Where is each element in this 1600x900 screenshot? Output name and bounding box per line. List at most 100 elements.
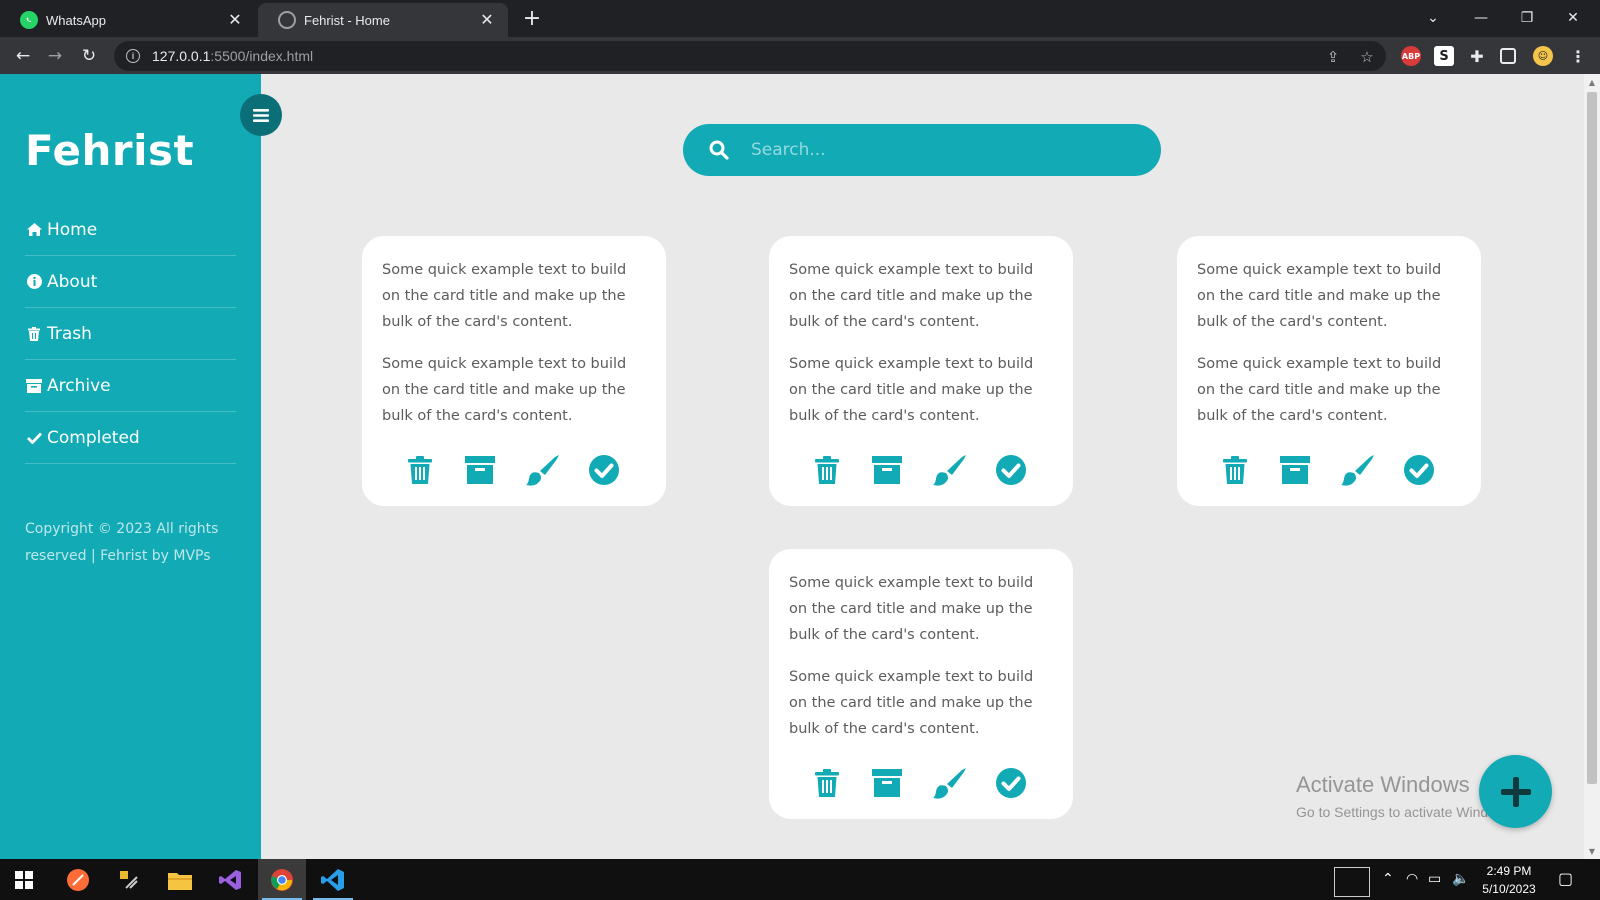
globe-icon xyxy=(278,11,296,29)
menu-toggle-button[interactable] xyxy=(240,94,282,136)
sidebar-item-label: Archive xyxy=(47,375,111,396)
sidebar-item-home[interactable]: Home xyxy=(25,204,236,256)
card-actions xyxy=(769,765,1073,801)
visual-studio-icon[interactable] xyxy=(207,859,255,900)
close-icon[interactable]: ✕ xyxy=(476,9,498,31)
info-icon[interactable]: i xyxy=(126,49,140,63)
more-menu-icon[interactable]: ⋮ xyxy=(1568,46,1588,66)
card-text: Some quick example text to build on the … xyxy=(1197,356,1442,424)
search-input[interactable] xyxy=(751,140,1111,160)
check-circle-icon xyxy=(589,455,619,485)
check-icon xyxy=(25,432,43,444)
page-viewport: Fehrist Home About Trash Archive Complet… xyxy=(0,74,1600,859)
windows-start-icon[interactable] xyxy=(0,859,48,900)
delete-note-button[interactable] xyxy=(1217,452,1253,488)
battery-widget-icon[interactable] xyxy=(1334,867,1370,897)
add-note-button[interactable] xyxy=(1479,755,1552,828)
volume-icon[interactable]: 🔈 xyxy=(1452,871,1469,887)
share-icon[interactable]: ⇪ xyxy=(1324,48,1342,66)
note-card: Some quick example text to build on the … xyxy=(769,236,1073,506)
sidebar-item-trash[interactable]: Trash xyxy=(25,308,236,360)
archive-icon xyxy=(872,456,902,484)
chevron-up-icon[interactable]: ⌃ xyxy=(1382,871,1394,887)
card-actions xyxy=(1177,452,1481,488)
new-tab-button[interactable]: + xyxy=(520,7,544,31)
extensions-puzzle-icon[interactable]: ✚ xyxy=(1467,46,1487,66)
complete-note-button[interactable] xyxy=(993,765,1029,801)
color-note-button[interactable] xyxy=(525,452,561,488)
check-circle-icon xyxy=(1404,455,1434,485)
delete-note-button[interactable] xyxy=(809,765,845,801)
address-bar[interactable]: i 127.0.0.1:5500/index.html ⇪ ☆ xyxy=(114,41,1386,71)
archive-note-button[interactable] xyxy=(1277,452,1313,488)
tab-whatsapp[interactable]: WhatsApp ✕ xyxy=(0,3,256,37)
complete-note-button[interactable] xyxy=(586,452,622,488)
color-note-button[interactable] xyxy=(932,765,968,801)
tools-icon[interactable] xyxy=(105,859,153,900)
sidebar-item-completed[interactable]: Completed xyxy=(25,412,236,464)
minimize-button[interactable]: — xyxy=(1458,4,1504,32)
archive-note-button[interactable] xyxy=(869,452,905,488)
system-clock[interactable]: 2:49 PM 5/10/2023 xyxy=(1470,862,1548,898)
scroll-up-icon[interactable]: ▲ xyxy=(1584,74,1600,90)
file-explorer-icon[interactable] xyxy=(156,859,204,900)
trash-icon xyxy=(408,456,432,484)
info-icon xyxy=(25,274,43,289)
card-text: Some quick example text to build on the … xyxy=(382,262,627,330)
restore-button[interactable]: ❐ xyxy=(1504,4,1550,32)
tab-title: Fehrist - Home xyxy=(304,12,390,28)
card-text: Some quick example text to build on the … xyxy=(789,356,1034,424)
card-text: Some quick example text to build on the … xyxy=(789,669,1034,737)
delete-note-button[interactable] xyxy=(402,452,438,488)
archive-note-button[interactable] xyxy=(462,452,498,488)
copyright-text: Copyright © 2023 All rights reserved | F… xyxy=(25,521,219,564)
paint-brush-icon xyxy=(933,768,966,799)
profile-avatar-icon[interactable]: ☺ xyxy=(1533,46,1553,66)
archive-note-button[interactable] xyxy=(869,765,905,801)
archive-icon xyxy=(872,769,902,797)
sidebar-item-label: Home xyxy=(47,219,98,240)
forward-icon[interactable]: → xyxy=(42,43,68,69)
chrome-icon[interactable] xyxy=(258,859,306,900)
color-note-button[interactable] xyxy=(932,452,968,488)
paint-brush-icon xyxy=(526,455,559,486)
bookmark-star-icon[interactable]: ☆ xyxy=(1358,48,1376,66)
reload-icon[interactable]: ↻ xyxy=(76,43,102,69)
notifications-icon[interactable]: ▢ xyxy=(1558,869,1573,888)
note-card: Some quick example text to build on the … xyxy=(769,549,1073,819)
sidebar-nav: Home About Trash Archive Completed xyxy=(25,204,236,464)
sidebar-item-label: Trash xyxy=(47,323,92,344)
color-note-button[interactable] xyxy=(1340,452,1376,488)
complete-note-button[interactable] xyxy=(993,452,1029,488)
sidebar-item-about[interactable]: About xyxy=(25,256,236,308)
archive-icon xyxy=(465,456,495,484)
clock-time: 2:49 PM xyxy=(1486,864,1532,878)
page-scrollbar[interactable]: ▲ ▼ xyxy=(1584,74,1600,859)
card-text: Some quick example text to build on the … xyxy=(789,262,1034,330)
tab-search-icon[interactable]: ⌄ xyxy=(1410,4,1456,32)
side-panel-icon[interactable] xyxy=(1500,48,1516,64)
sidebar-item-label: About xyxy=(47,271,98,292)
search-bar xyxy=(683,124,1161,176)
note-card: Some quick example text to build on the … xyxy=(1177,236,1481,506)
battery-icon[interactable]: ▭ xyxy=(1428,871,1441,887)
back-icon[interactable]: ← xyxy=(10,43,36,69)
hamburger-icon xyxy=(253,108,269,122)
delete-note-button[interactable] xyxy=(809,452,845,488)
scroll-thumb[interactable] xyxy=(1587,92,1597,784)
postman-icon[interactable] xyxy=(54,859,102,900)
wifi-icon[interactable]: ◠ xyxy=(1406,871,1418,887)
adblock-icon[interactable]: ABP xyxy=(1401,46,1421,66)
card-text: Some quick example text to build on the … xyxy=(789,575,1034,643)
trash-icon xyxy=(815,769,839,797)
tab-fehrist-home[interactable]: Fehrist - Home ✕ xyxy=(258,3,508,37)
windows-taskbar: ⌃ ◠ ▭ 🔈 2:49 PM 5/10/2023 ▢ xyxy=(0,859,1600,900)
close-window-button[interactable]: ✕ xyxy=(1550,4,1596,32)
vscode-icon[interactable] xyxy=(309,859,357,900)
close-icon[interactable]: ✕ xyxy=(224,9,246,31)
extension-s-icon[interactable]: S xyxy=(1434,46,1454,66)
tab-title: WhatsApp xyxy=(46,12,106,28)
sidebar-item-archive[interactable]: Archive xyxy=(25,360,236,412)
complete-note-button[interactable] xyxy=(1401,452,1437,488)
scroll-down-icon[interactable]: ▼ xyxy=(1584,843,1600,859)
